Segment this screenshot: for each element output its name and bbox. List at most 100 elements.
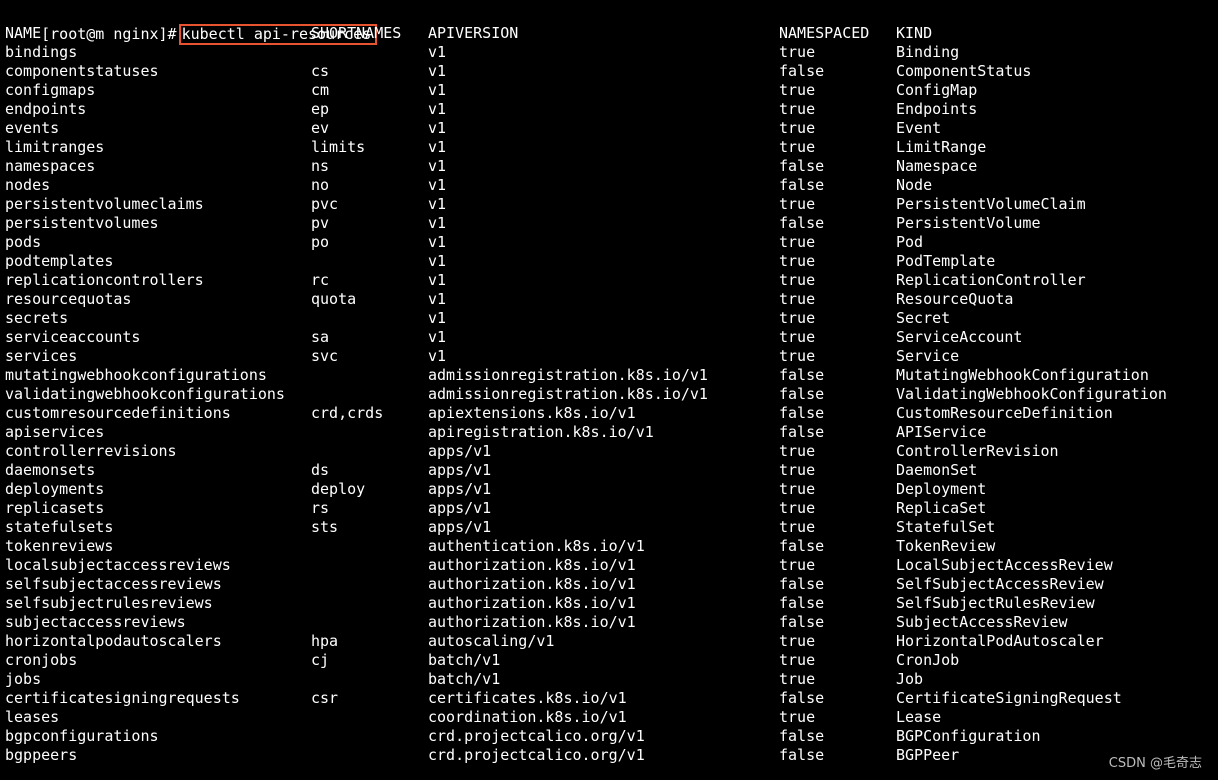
cell-namespaced: true bbox=[779, 100, 816, 118]
table-row: bindings v1 true Binding bbox=[5, 43, 1218, 62]
cell-kind: TokenReview bbox=[896, 537, 996, 555]
cell-apiversion: v1 bbox=[428, 328, 447, 346]
table-row: podtemplates v1 true PodTemplate bbox=[5, 252, 1218, 271]
table-body: bindings v1 true Binding componentstatuses cs… bbox=[5, 43, 1218, 765]
cell-namespaced: true bbox=[779, 480, 816, 498]
cell-name: persistentvolumes bbox=[5, 214, 159, 232]
cell-kind: SubjectAccessReview bbox=[896, 613, 1068, 631]
cell-shortnames: rc bbox=[311, 271, 330, 289]
cell-name: podtemplates bbox=[5, 252, 114, 270]
cell-name: serviceaccounts bbox=[5, 328, 141, 346]
cell-kind: APIService bbox=[896, 423, 987, 441]
cell-name: events bbox=[5, 119, 60, 137]
cell-name: localsubjectaccessreviews bbox=[5, 556, 231, 574]
cell-name: statefulsets bbox=[5, 518, 114, 536]
cell-namespaced: false bbox=[779, 613, 825, 631]
cell-namespaced: true bbox=[779, 461, 816, 479]
cell-namespaced: false bbox=[779, 689, 825, 707]
cell-shortnames: limits bbox=[311, 138, 366, 156]
cell-namespaced: true bbox=[779, 195, 816, 213]
cell-kind: CustomResourceDefinition bbox=[896, 404, 1113, 422]
table-row: serviceaccounts sa v1 true ServiceAccount bbox=[5, 328, 1218, 347]
table-row: customresourcedefinitions crd,crds apiexte… bbox=[5, 404, 1218, 423]
table-row: apiservices apiregistration.k8s.io/v1 fals… bbox=[5, 423, 1218, 442]
cell-apiversion: v1 bbox=[428, 233, 447, 251]
cell-namespaced: false bbox=[779, 423, 825, 441]
cell-kind: CronJob bbox=[896, 651, 960, 669]
cell-shortnames: cj bbox=[311, 651, 330, 669]
table-row: endpoints ep v1 true Endpoints bbox=[5, 100, 1218, 119]
cell-name: customresourcedefinitions bbox=[5, 404, 231, 422]
cell-namespaced: true bbox=[779, 632, 816, 650]
cell-name: namespaces bbox=[5, 157, 96, 175]
watermark: CSDN @毛奇志 bbox=[1108, 756, 1202, 771]
cell-kind: SelfSubjectAccessReview bbox=[896, 575, 1104, 593]
cell-apiversion: apps/v1 bbox=[428, 499, 492, 517]
table-row: replicationcontrollers rc v1 true Replicatio… bbox=[5, 271, 1218, 290]
cell-apiversion: authorization.k8s.io/v1 bbox=[428, 575, 636, 593]
cell-kind: ReplicaSet bbox=[896, 499, 987, 517]
cell-namespaced: true bbox=[779, 138, 816, 156]
cell-kind: CertificateSigningRequest bbox=[896, 689, 1122, 707]
cell-apiversion: v1 bbox=[428, 119, 447, 137]
cell-namespaced: true bbox=[779, 43, 816, 61]
cell-apiversion: apps/v1 bbox=[428, 442, 492, 460]
cell-name: bgpconfigurations bbox=[5, 727, 159, 745]
cell-apiversion: authorization.k8s.io/v1 bbox=[428, 594, 636, 612]
cell-namespaced: true bbox=[779, 81, 816, 99]
cell-name: certificatesigningrequests bbox=[5, 689, 240, 707]
cell-shortnames: sts bbox=[311, 518, 339, 536]
cell-kind: SelfSubjectRulesReview bbox=[896, 594, 1095, 612]
cell-kind: BGPConfiguration bbox=[896, 727, 1041, 745]
table-row: pods po v1 true Pod bbox=[5, 233, 1218, 252]
table-row: nodes no v1 false Node bbox=[5, 176, 1218, 195]
table-row: configmaps cm v1 true ConfigMap bbox=[5, 81, 1218, 100]
cell-namespaced: true bbox=[779, 233, 816, 251]
cell-kind: Deployment bbox=[896, 480, 987, 498]
cell-name: endpoints bbox=[5, 100, 87, 118]
cell-shortnames: crd,crds bbox=[311, 404, 384, 422]
cell-namespaced: true bbox=[779, 499, 816, 517]
cell-apiversion: v1 bbox=[428, 176, 447, 194]
cell-apiversion: apps/v1 bbox=[428, 480, 492, 498]
cell-kind: BGPPeer bbox=[896, 746, 960, 764]
cell-name: daemonsets bbox=[5, 461, 96, 479]
cell-name: subjectaccessreviews bbox=[5, 613, 186, 631]
cell-kind: Endpoints bbox=[896, 100, 978, 118]
table-header: NAME SHORTNAMES APIVERSION NAMESPACED KI… bbox=[5, 24, 1218, 43]
cell-namespaced: false bbox=[779, 537, 825, 555]
cell-kind: ValidatingWebhookConfiguration bbox=[896, 385, 1167, 403]
cell-name: leases bbox=[5, 708, 60, 726]
cell-kind: Lease bbox=[896, 708, 942, 726]
terminal-output: [root@m nginx]# kubectl api-resources NAM… bbox=[5, 4, 1218, 765]
cell-apiversion: apps/v1 bbox=[428, 518, 492, 536]
prompt-line: [root@m nginx]# kubectl api-resources bbox=[5, 4, 1218, 45]
cell-kind: PersistentVolume bbox=[896, 214, 1041, 232]
cell-shortnames: ns bbox=[311, 157, 330, 175]
table-row: certificatesigningrequests csr certificate… bbox=[5, 689, 1218, 708]
cell-shortnames: quota bbox=[311, 290, 357, 308]
cell-name: pods bbox=[5, 233, 42, 251]
cell-kind: Namespace bbox=[896, 157, 978, 175]
table-row: limitranges limits v1 true LimitRange bbox=[5, 138, 1218, 157]
table-row: jobs batch/v1 true Job bbox=[5, 670, 1218, 689]
table-row: componentstatuses cs v1 false ComponentStatu… bbox=[5, 62, 1218, 81]
table-row: selfsubjectaccessreviews authorization.k8… bbox=[5, 575, 1218, 594]
cell-name: bindings bbox=[5, 43, 78, 61]
cell-namespaced: true bbox=[779, 670, 816, 688]
cell-name: selfsubjectrulesreviews bbox=[5, 594, 213, 612]
cell-name: resourcequotas bbox=[5, 290, 132, 308]
cell-apiversion: v1 bbox=[428, 100, 447, 118]
cell-kind: MutatingWebhookConfiguration bbox=[896, 366, 1149, 384]
table-row: daemonsets ds apps/v1 true DaemonSet bbox=[5, 461, 1218, 480]
cell-namespaced: true bbox=[779, 119, 816, 137]
cell-apiversion: v1 bbox=[428, 43, 447, 61]
cell-namespaced: true bbox=[779, 290, 816, 308]
cell-kind: ComponentStatus bbox=[896, 62, 1032, 80]
table-row: deployments deploy apps/v1 true Deployment bbox=[5, 480, 1218, 499]
cell-apiversion: v1 bbox=[428, 252, 447, 270]
cell-apiversion: apiextensions.k8s.io/v1 bbox=[428, 404, 636, 422]
cell-apiversion: admissionregistration.k8s.io/v1 bbox=[428, 385, 708, 403]
cell-namespaced: false bbox=[779, 214, 825, 232]
cell-name: componentstatuses bbox=[5, 62, 159, 80]
